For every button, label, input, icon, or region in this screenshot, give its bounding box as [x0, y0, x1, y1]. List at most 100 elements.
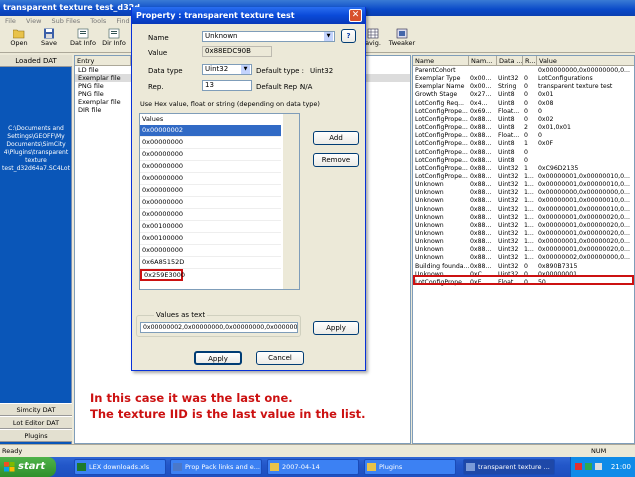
table-row[interactable]: LotConfigPrope... 0x88... Uint8 0 0x02 — [413, 116, 634, 124]
grid-header-data[interactable]: Data ... — [497, 56, 523, 66]
grid-header-name[interactable]: Name — [413, 56, 469, 66]
grid-header-rep[interactable]: R... — [523, 56, 537, 66]
list-item[interactable]: 0x00000002 — [140, 125, 281, 137]
table-row[interactable]: LotConfigPrope... 0x88... Uint8 1 0x0F — [413, 140, 634, 148]
tray-alert-icon[interactable] — [575, 463, 582, 470]
tray-network-icon[interactable] — [585, 463, 592, 470]
table-cell: 0x88... — [470, 172, 492, 180]
save-button[interactable]: Save — [36, 28, 62, 51]
apply-button[interactable]: Apply — [194, 351, 242, 365]
list-item[interactable]: 0x00000000 — [140, 137, 281, 149]
num-lock-indicator: NUM — [591, 447, 607, 455]
list-item[interactable]: 0x00100000 — [140, 233, 281, 245]
taskbar-item-transparent-texture[interactable]: transparent texture ... — [463, 459, 555, 475]
table-row[interactable]: LotConfigPrope... 0x88... Uint32 1... 0x0000… — [413, 173, 634, 181]
table-cell: Unknown — [415, 181, 444, 189]
menu-file[interactable]: File — [5, 17, 16, 25]
table-row[interactable]: LotConfigPrope... 0x69... Float... 0 0 — [413, 108, 634, 116]
table-row[interactable]: Unknown 0x88... Uint32 1... 0x00000001,0x000… — [413, 214, 634, 222]
table-row[interactable]: Unknown 0x88... Uint32 1... 0x00000002,0x000… — [413, 254, 634, 262]
dir-info-button[interactable]: Dir Info — [100, 28, 128, 51]
tab-simcity-dat[interactable]: Simcity DAT — [0, 403, 72, 416]
list-item[interactable]: 0x6A85152D — [140, 257, 281, 269]
menu-view[interactable]: View — [26, 17, 41, 25]
table-cell: Unknown — [415, 213, 444, 221]
table-row[interactable]: LotConfig Req... 0x4... Uint8 0 0x08 — [413, 100, 634, 108]
table-cell: Float... — [498, 107, 520, 115]
tab-lot-editor-dat[interactable]: Lot Editor DAT — [0, 416, 72, 429]
table-row[interactable]: Unknown 0x88... Uint32 1... 0x00000001,0x000… — [413, 222, 634, 230]
table-cell: 0x88... — [470, 254, 492, 262]
cancel-button[interactable]: Cancel — [256, 351, 304, 365]
list-item[interactable]: 0x00000000 — [140, 149, 281, 161]
tab-plugins[interactable]: Plugins — [0, 429, 72, 442]
table-cell: 1... — [524, 254, 534, 262]
table-row[interactable]: LotConfigPrope... 0x88... Uint32 1 0xC96D213… — [413, 165, 634, 173]
rep-field[interactable]: 13 — [202, 80, 252, 91]
start-button[interactable]: start — [0, 457, 56, 477]
add-button[interactable]: Add — [313, 131, 359, 145]
table-row[interactable]: Unknown 0x88... Uint32 1... 0x00000001,0x000… — [413, 230, 634, 238]
table-cell: 0x00000000,0x00000000,0... — [538, 67, 630, 74]
grid-header-nam[interactable]: Nam... — [469, 56, 497, 66]
table-row[interactable]: Building founda... 0x88... Uint32 0 0x890B73… — [413, 263, 634, 271]
table-cell: 0x00000000,0x00000000,0... — [538, 189, 630, 197]
loaded-file-path[interactable]: C:\Documents and Settings\GEOFF\My Docum… — [2, 125, 70, 173]
loaded-dat-header[interactable]: Loaded DAT — [0, 55, 72, 67]
table-row[interactable]: LotConfigPrope... 0x88... Uint8 0 — [413, 157, 634, 165]
table-cell: 0x00000001,0x00000020,0... — [538, 230, 630, 237]
menu-subfiles[interactable]: Sub Files — [51, 17, 80, 25]
table-row[interactable]: Unknown 0x88... Uint32 1... 0x00000000,0x000… — [413, 189, 634, 197]
tweaker-button[interactable]: Tweaker — [388, 28, 416, 51]
dialog-close-button[interactable]: ✕ — [349, 9, 362, 22]
table-cell: LotConfigPrope... — [415, 107, 468, 115]
table-cell: ParentCohort — [415, 67, 456, 74]
table-row[interactable]: LotConfigPrope... 0x88... Uint8 0 — [413, 149, 634, 157]
tray-volume-icon[interactable] — [595, 463, 602, 470]
values-scrollbar[interactable] — [283, 114, 299, 289]
table-cell: Uint8 — [498, 140, 515, 148]
table-row[interactable]: Growth Stage 0x27... Uint8 0 0x01 — [413, 91, 634, 99]
menu-find[interactable]: Find — [116, 17, 129, 25]
taskbar-item-lex-downloads[interactable]: LEX downloads.xls — [74, 459, 166, 475]
table-cell: 0x88... — [470, 164, 492, 172]
list-item[interactable]: 0x00100000 — [140, 221, 281, 233]
close-icon: ✕ — [351, 10, 360, 20]
data-type-select[interactable]: Uint32 ▼ — [202, 64, 252, 75]
list-item[interactable]: 0x00000000 — [140, 185, 281, 197]
table-row[interactable]: Unknown 0x88... Uint32 1... 0x00000001,0x000… — [413, 197, 634, 205]
list-item[interactable]: 0x00000000 — [140, 209, 281, 221]
table-cell: 0x69... — [470, 107, 492, 115]
floppy-icon — [44, 28, 54, 39]
help-button[interactable]: ? — [341, 29, 356, 43]
table-row[interactable]: Unknown 0x88... Uint32 1... 0x00000001,0x000… — [413, 246, 634, 254]
list-item[interactable]: 0x00000000 — [140, 161, 281, 173]
remove-button[interactable]: Remove — [313, 153, 359, 167]
dat-info-button[interactable]: Dat Info — [68, 28, 98, 51]
table-row[interactable]: Unknown 0x88... Uint32 1... 0x00000001,0x000… — [413, 238, 634, 246]
table-cell: 1... — [524, 181, 534, 189]
taskbar-item-prop-pack[interactable]: Prop Pack links and e... — [170, 459, 262, 475]
name-select[interactable]: Unknown ▼ — [202, 31, 335, 42]
entry-column-header[interactable]: Entry — [75, 56, 131, 66]
table-row[interactable]: Unknown 0x88... Uint32 1... 0x00000001,0x000… — [413, 206, 634, 214]
open-button[interactable]: Open — [6, 28, 32, 51]
list-item[interactable]: 0x00000000 — [140, 197, 281, 209]
list-item[interactable]: 0x259E3000 — [140, 269, 185, 281]
table-row[interactable]: LotConfigPrope... 0x88... Uint8 2 0x01,0x01 — [413, 124, 634, 132]
values-as-text-field[interactable]: 0x00000002,0x00000000,0x00000000,0x00000… — [140, 322, 298, 333]
menu-tools[interactable]: Tools — [90, 17, 106, 25]
table-row[interactable]: Exemplar Type 0x00... Uint32 0 LotConfigurat… — [413, 75, 634, 83]
list-item[interactable]: 0x00000000 — [140, 245, 281, 257]
table-row[interactable]: ParentCohort 0x00000000,0x00000000,0... — [413, 67, 634, 75]
table-row[interactable]: Exemplar Name 0x00... String 0 transparent t… — [413, 83, 634, 91]
table-row[interactable]: LotConfigPrope... 0x88... Float... 0 0 — [413, 132, 634, 140]
grid-header-value[interactable]: Value — [537, 56, 634, 66]
table-cell: Uint32 — [498, 262, 519, 270]
taskbar-item-folder-2007[interactable]: 2007-04-14 — [267, 459, 359, 475]
taskbar-item-plugins[interactable]: Plugins — [364, 459, 456, 475]
apply-values-button[interactable]: Apply — [313, 321, 359, 335]
table-row[interactable]: Unknown 0x88... Uint32 1... 0x00000001,0x000… — [413, 181, 634, 189]
list-item[interactable]: 0x00000000 — [140, 173, 281, 185]
dialog-title-bar: Property : transparent texture test — [132, 7, 365, 24]
